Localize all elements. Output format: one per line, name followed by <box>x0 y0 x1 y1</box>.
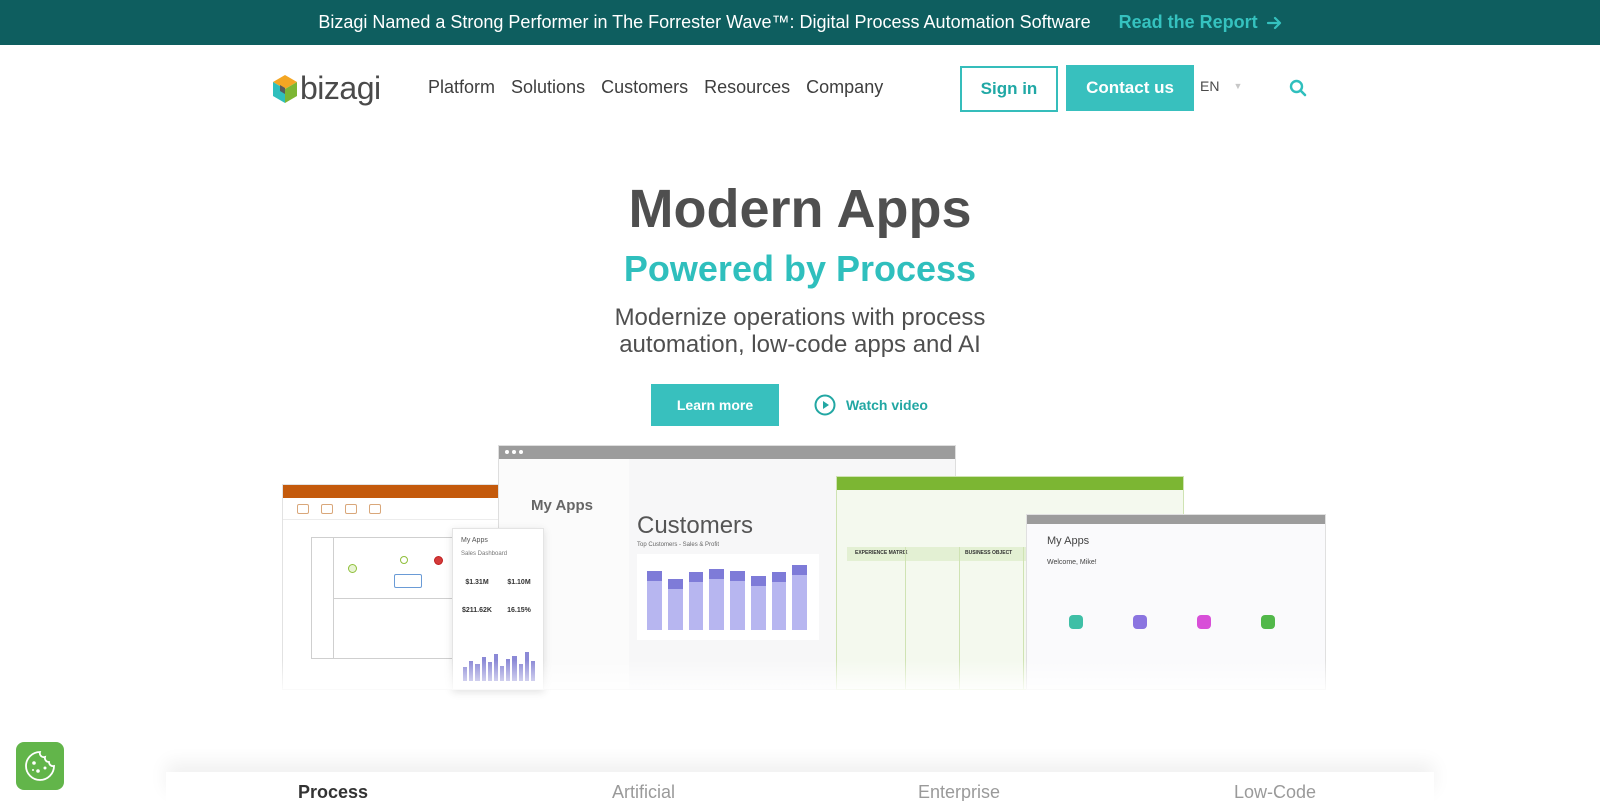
logo-text: bizagi <box>300 70 381 106</box>
bizagi-logo-icon <box>273 74 297 103</box>
portal-titlebar <box>499 446 955 459</box>
task-node-icon <box>400 556 408 564</box>
portal-chart-panel <box>637 554 819 640</box>
bizagi-logo[interactable]: bizagi <box>272 70 381 107</box>
phone-title: My Apps <box>461 537 488 544</box>
app-tile-icon <box>1069 615 1083 629</box>
start-event-icon <box>348 564 357 573</box>
chevron-down-icon: ▼ <box>1233 81 1243 91</box>
cookie-icon <box>25 751 55 781</box>
app-tile-icon <box>1197 615 1211 629</box>
read-report-label: Read the Report <box>1118 12 1258 32</box>
main-nav: Platform Solutions Customers Resources C… <box>428 77 883 98</box>
read-report-link[interactable]: Read the Report <box>1119 12 1282 33</box>
end-event-icon <box>434 556 443 565</box>
tab-artificial[interactable]: Artificial <box>612 782 675 801</box>
nav-item-company[interactable]: Company <box>806 77 883 98</box>
tab-low-code[interactable]: Low-Code <box>1234 782 1316 801</box>
hero-subtitle: Powered by Process <box>623 248 977 289</box>
nav-item-customers[interactable]: Customers <box>601 77 688 98</box>
play-circle-icon <box>814 394 836 416</box>
portal-bar-chart <box>647 564 807 630</box>
mockup-fade <box>282 660 1326 690</box>
my-apps-title: My Apps <box>1047 535 1090 547</box>
phone-subtitle: Sales Dashboard <box>461 551 508 557</box>
task-box <box>394 574 422 588</box>
swimlane-header <box>312 538 334 658</box>
arrow-right-icon <box>1266 16 1281 29</box>
document-icon <box>297 503 309 514</box>
watch-video-label: Watch video <box>846 397 928 413</box>
feature-tabs: Process Artificial Enterprise Low-Code <box>166 772 1434 801</box>
nav-item-platform[interactable]: Platform <box>428 77 495 98</box>
announcement-text: Bizagi Named a Strong Performer in The F… <box>318 12 1091 32</box>
hero-description: Modernize operations with process automa… <box>614 304 986 358</box>
stat-total-sales: $1.31M <box>465 579 489 586</box>
tab-enterprise[interactable]: Enterprise <box>918 782 1000 801</box>
nav-item-resources[interactable]: Resources <box>704 77 790 98</box>
announcement-bar: Bizagi Named a Strong Performer in The F… <box>0 0 1600 45</box>
modeler-titlebar <box>283 485 501 498</box>
my-apps-titlebar <box>1027 515 1325 524</box>
stat-margin: 16.15% <box>507 607 531 614</box>
site-header: bizagi Platform Solutions Customers Reso… <box>0 45 1600 133</box>
app-tile-icon <box>1261 615 1275 629</box>
language-selector[interactable]: EN ▼ <box>1200 78 1242 94</box>
watch-video-link[interactable]: Watch video <box>814 394 928 416</box>
app-tile-icon <box>1133 615 1147 629</box>
nav-item-solutions[interactable]: Solutions <box>511 77 585 98</box>
search-icon[interactable] <box>1289 79 1307 97</box>
sign-in-button[interactable]: Sign in <box>960 66 1058 112</box>
modeler-toolbar <box>283 498 501 520</box>
tab-process[interactable]: Process <box>298 782 368 801</box>
contact-us-button[interactable]: Contact us <box>1066 65 1194 111</box>
portal-chart-caption: Top Customers - Sales & Profit <box>637 542 720 548</box>
portal-sidebar-title: My Apps <box>531 497 593 514</box>
hero-title: Modern Apps <box>628 179 972 239</box>
hierarchy-icon <box>321 503 333 514</box>
my-apps-greeting: Welcome, Mike! <box>1047 559 1097 566</box>
stat-gross-profit: $211.62K <box>462 607 492 614</box>
portal-page-title: Customers <box>637 512 754 539</box>
share-icon <box>345 503 357 514</box>
cloud-icon <box>369 503 381 514</box>
language-label: EN <box>1200 78 1220 94</box>
learn-more-button[interactable]: Learn more <box>651 384 779 426</box>
cookie-settings-button[interactable] <box>16 742 64 790</box>
matrix-header-business-object: BUSINESS OBJECT <box>965 550 1013 556</box>
matrix-titlebar <box>837 477 1183 490</box>
matrix-header-experience: EXPERIENCE MATRIX <box>855 550 908 556</box>
stat-total-cost: $1.10M <box>507 579 531 586</box>
